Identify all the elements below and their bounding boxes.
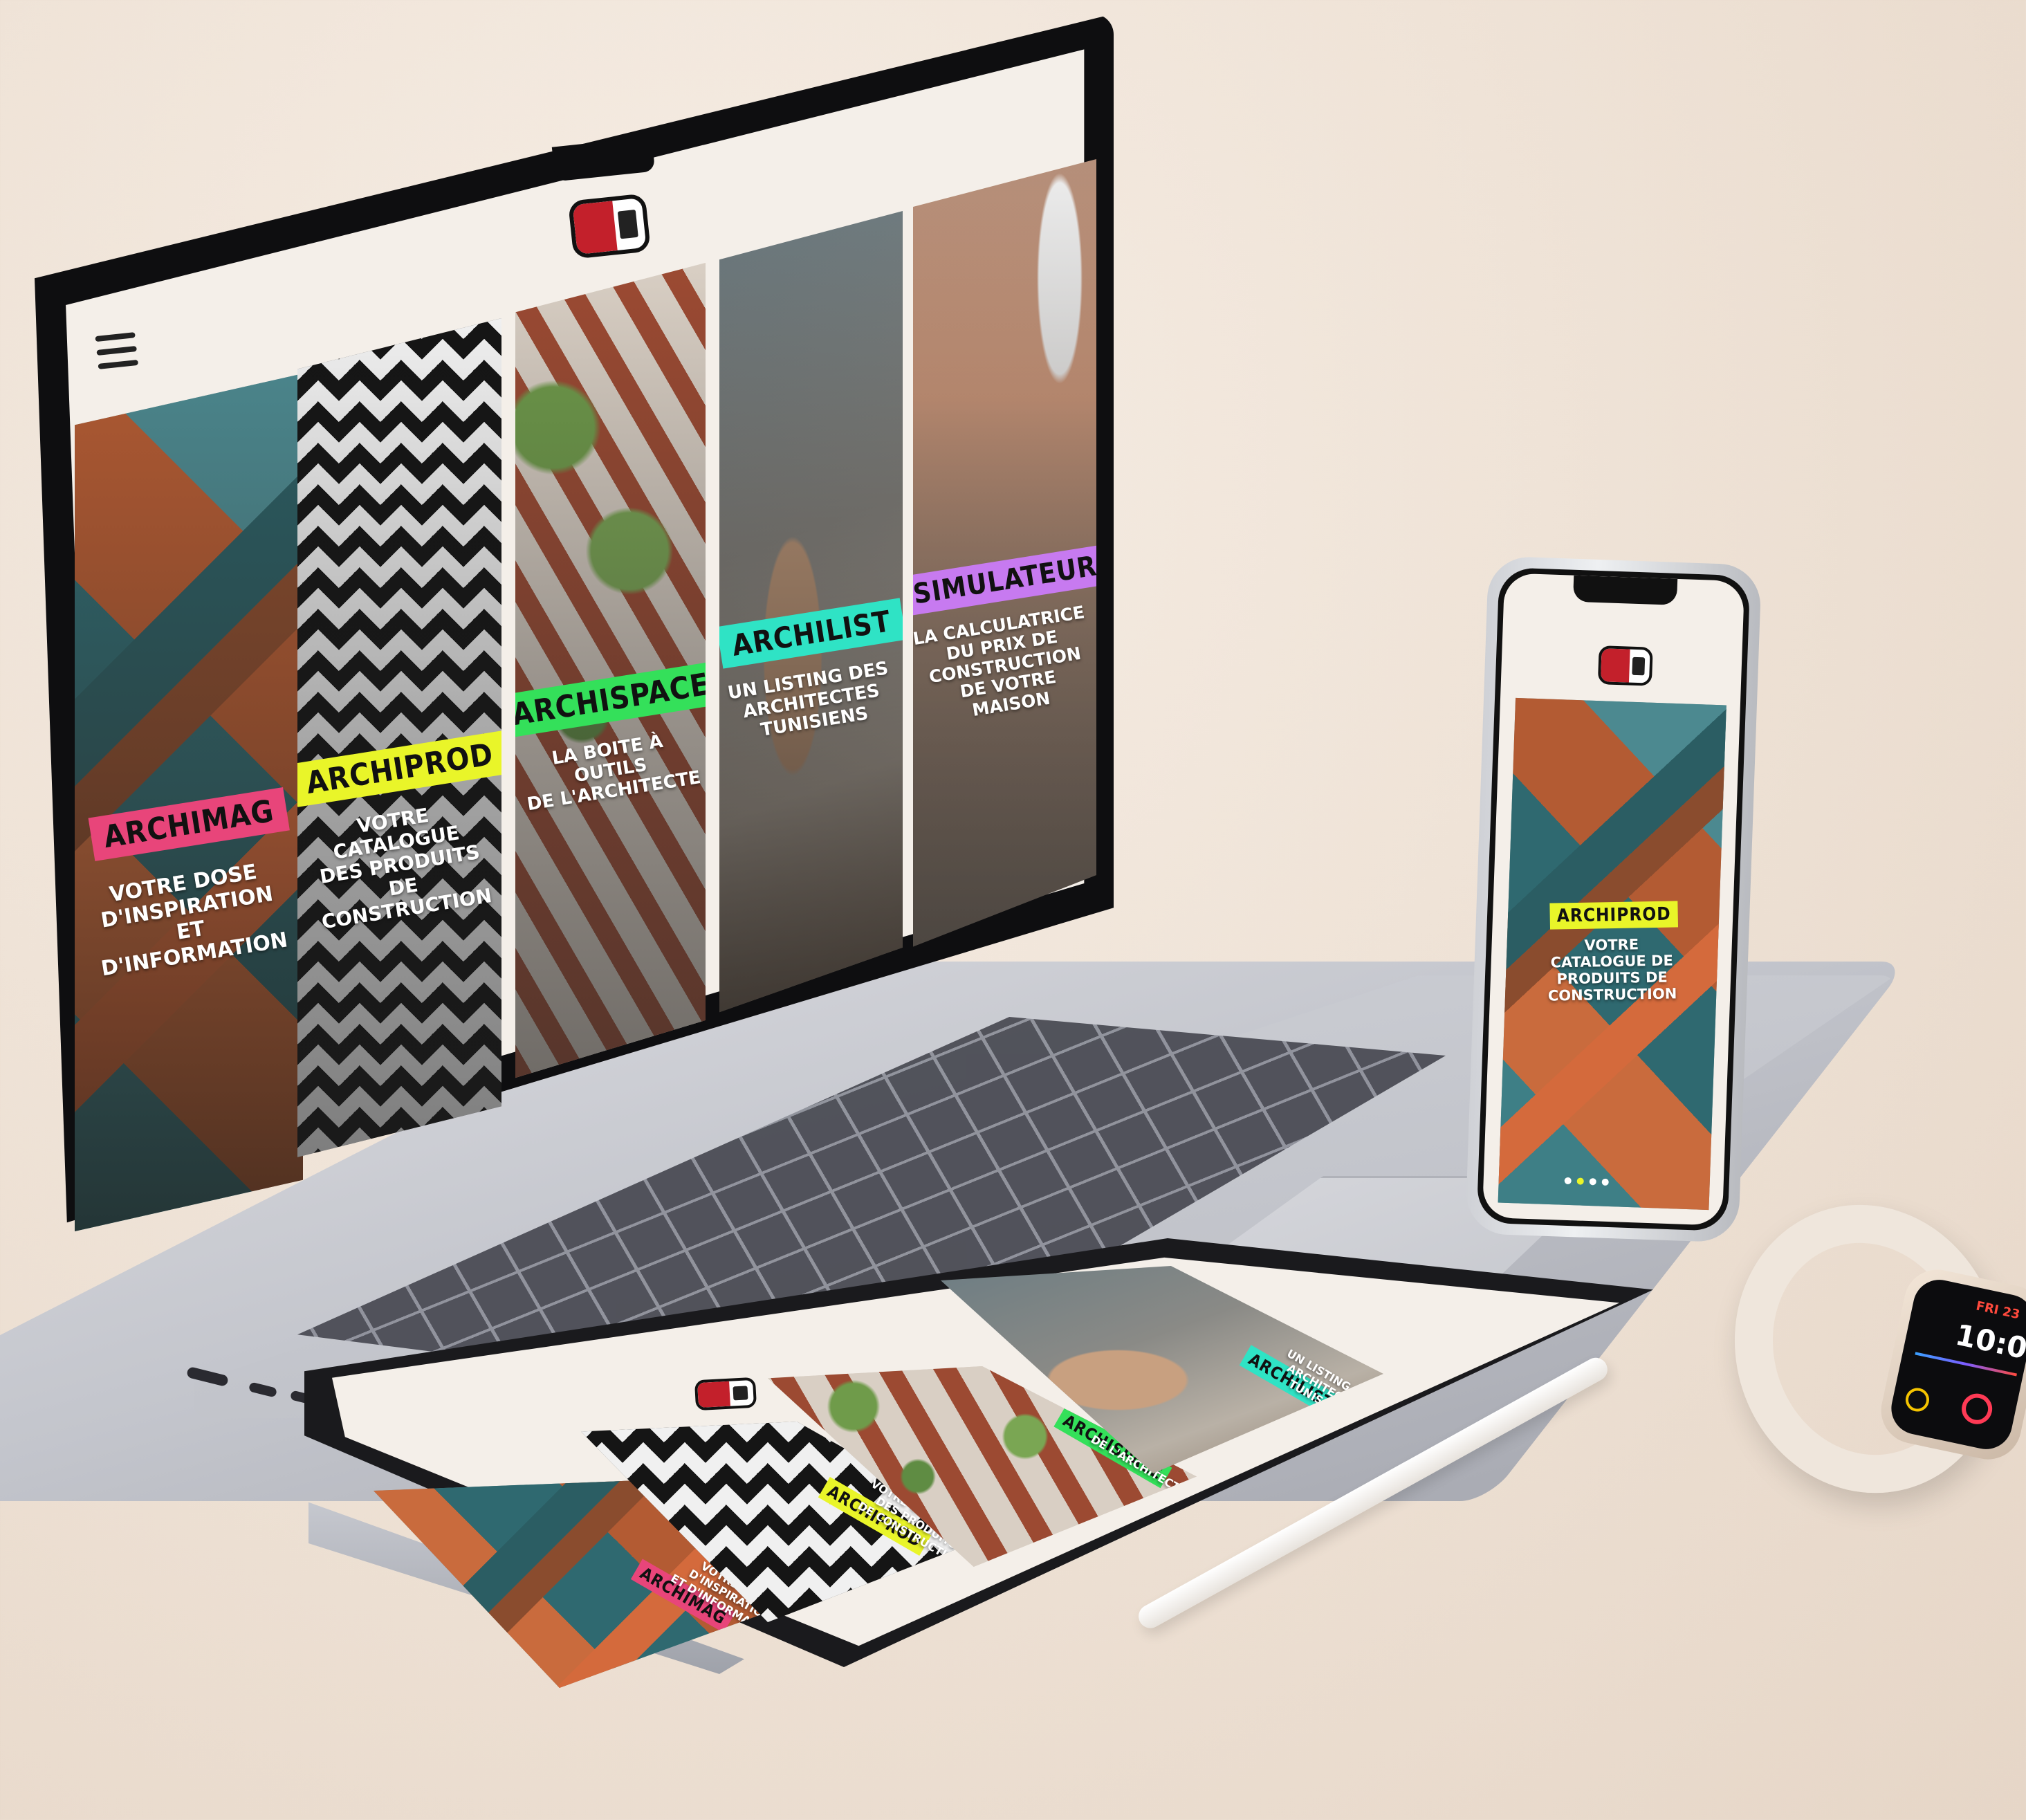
logo-mark (733, 1386, 748, 1401)
logo-mark (617, 209, 638, 239)
capsule-logo-icon (572, 201, 618, 255)
capsule-logo-icon (697, 1381, 731, 1408)
carousel-dot[interactable] (1601, 1178, 1609, 1186)
phone-hero[interactable]: ARCHIPROD VOTRE CATALOGUE DE PRODUITS DE… (1498, 697, 1726, 1211)
watch-screen: FRI 23 10:09 (1886, 1275, 2026, 1454)
capsule-logo-icon (1600, 648, 1630, 683)
watch-date: FRI 23 (1974, 1298, 2022, 1323)
activity-ring-icon (1959, 1390, 1996, 1427)
hamburger-menu-icon[interactable] (95, 327, 140, 379)
panel-archilist[interactable]: ARCHILIST UN LISTING DES ARCHITECTES TUN… (719, 211, 903, 1013)
watch-complication-icon (1903, 1386, 1932, 1414)
phone-description: VOTRE CATALOGUE DE PRODUITS DE CONSTRUCT… (1547, 936, 1677, 1005)
phone-screen: ARCHIPROD VOTRE CATALOGUE DE PRODUITS DE… (1476, 567, 1751, 1232)
carousel-dots[interactable] (1564, 1177, 1626, 1189)
carousel-dot[interactable] (1576, 1177, 1584, 1185)
carousel-dot[interactable] (1589, 1178, 1596, 1186)
phone-logo (1597, 645, 1653, 686)
panel-archimag[interactable]: ARCHIMAG VOTRE DOSE D'INSPIRATION ET D'I… (75, 374, 303, 1231)
carousel-dot[interactable] (1564, 1177, 1572, 1185)
panel-overlay (1516, 698, 1726, 706)
site-logo (567, 193, 652, 259)
logo-mark (1632, 656, 1646, 676)
phone-notch (1572, 575, 1678, 605)
phone: ARCHIPROD VOTRE CATALOGUE DE PRODUITS DE… (1465, 555, 1762, 1243)
tablet-logo (694, 1377, 757, 1411)
panel-simulateur[interactable]: SIMULATEUR LA CALCULATRICE DU PRIX DE CO… (913, 159, 1096, 947)
panel-archiprod[interactable]: ARCHIPROD VOTRE CATALOGUE DES PRODUITS D… (297, 318, 501, 1157)
phone-tag: ARCHIPROD (1549, 901, 1678, 930)
panel-archispace[interactable]: ARCHISPACE LA BOITE À OUTILS DE L'ARCHIT… (515, 263, 706, 1078)
